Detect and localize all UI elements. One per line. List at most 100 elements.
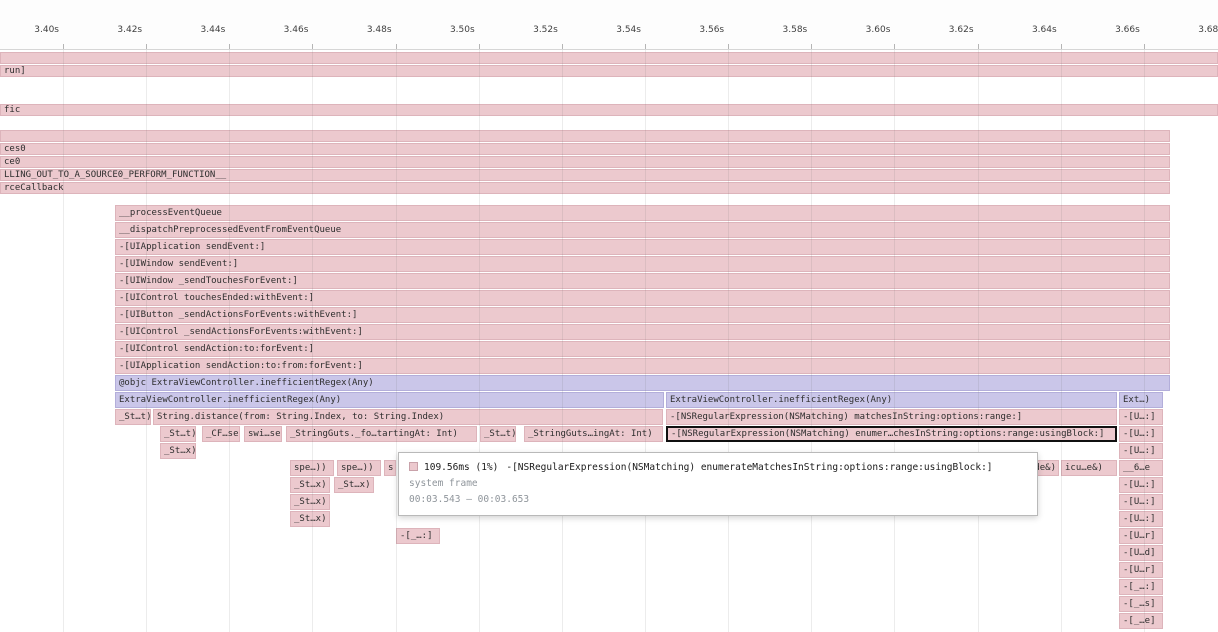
flame-bar[interactable]: swi…se [244,426,282,442]
time-label: 3.64s [1032,25,1057,35]
time-label: 3.46s [284,25,309,35]
gridline [146,50,147,632]
flame-bar[interactable]: _St…x) [160,443,196,459]
time-label: 3.44s [201,25,226,35]
ruler-tick [396,44,397,49]
flame-bar[interactable]: _St…t) [480,426,516,442]
flame-bar[interactable]: ces0 [0,143,1170,155]
flame-bar[interactable]: -[_…:] [396,528,440,544]
flame-bar[interactable]: -[U…:] [1119,443,1163,459]
gridline [562,50,563,632]
time-label: 3.66s [1115,25,1140,35]
tooltip-time-range: 00:03.543 — 00:03.653 [409,492,1027,508]
ruler-tick [562,44,563,49]
flame-bar[interactable]: rceCallback [0,182,1170,194]
flame-bar[interactable]: -[U…r] [1119,562,1163,578]
ruler-tick [645,44,646,49]
time-label: 3.54s [616,25,641,35]
flame-bar[interactable]: ce0 [0,156,1170,168]
flame-bar[interactable]: _St…x) [334,477,374,493]
flame-bar[interactable]: -[UIWindow _sendTouchesForEvent:] [115,273,1170,289]
flame-bar[interactable]: _StringGuts._fo…tartingAt: Int) [286,426,477,442]
flame-bar[interactable]: fic [0,104,1218,116]
tooltip-note: system frame [409,476,1027,492]
flame-bar[interactable]: __processEventQueue [115,205,1170,221]
ruler-tick [312,44,313,49]
time-label: 3.40s [34,25,59,35]
gridline [894,50,895,632]
time-label: 3.68s [1198,25,1218,35]
ruler-tick [479,44,480,49]
flame-bar[interactable]: __6…e [1119,460,1163,476]
gridline [978,50,979,632]
hover-tooltip: 109.56ms (1%) -[NSRegularExpression(NSMat… [398,452,1038,516]
flame-bar[interactable]: -[U…:] [1119,511,1163,527]
flame-bar[interactable]: _St…x) [290,477,330,493]
time-label: 3.42s [117,25,142,35]
time-label: 3.56s [699,25,724,35]
flame-bar[interactable]: Ext…) [1119,392,1163,408]
flame-bar[interactable]: -[_…:] [1119,579,1163,595]
time-label: 3.52s [533,25,558,35]
ruler-tick [63,44,64,49]
flame-bar[interactable]: -[_…s] [1119,596,1163,612]
gridline [1061,50,1062,632]
flame-bar[interactable]: -[UIControl touchesEnded:withEvent:] [115,290,1170,306]
flame-bar[interactable]: spe…)) [337,460,381,476]
time-ruler[interactable]: 3.40s 3.42s 3.44s 3.46s 3.48s 3.50s 3.52s 3.54s… [0,0,1218,50]
ruler-tick [978,44,979,49]
flame-bar[interactable]: -[UIButton _sendActionsForEvents:withEve… [115,307,1170,323]
time-label: 3.60s [866,25,891,35]
tooltip-title: 109.56ms (1%) -[NSRegularExpression(NSMat… [409,460,1027,476]
flame-bar[interactable]: _St…t) [160,426,196,442]
flame-bar[interactable] [0,52,1218,64]
flame-bar[interactable]: @objc ExtraViewController.inefficientReg… [115,375,1170,391]
flame-bar[interactable] [0,130,1170,142]
flame-bar[interactable]: -[U…:] [1119,494,1163,510]
flame-bar[interactable]: __dispatchPreprocessedEventFromEventQueu… [115,222,1170,238]
flame-bar[interactable]: _CF…se [202,426,240,442]
tooltip-duration: 109.56ms (1%) [424,462,498,473]
gridline [645,50,646,632]
ruler-tick [1144,44,1145,49]
time-label: 3.50s [450,25,475,35]
flame-bar[interactable]: s [384,460,396,476]
flame-bar[interactable]: -[U…:] [1119,409,1163,425]
ruler-tick [146,44,147,49]
flame-bar-selected[interactable]: -[NSRegularExpression(NSMatching) enumer… [666,426,1117,442]
gridline [396,50,397,632]
flame-bar[interactable]: -[U…d] [1119,545,1163,561]
flame-bar[interactable]: -[U…:] [1119,477,1163,493]
flame-bar[interactable]: ExtraViewController.inefficientRegex(Any… [115,392,664,408]
ruler-tick [728,44,729,49]
ruler-tick [811,44,812,49]
flame-bar[interactable]: -[UIApplication sendAction:to:from:forEv… [115,358,1170,374]
flame-bar[interactable]: _St…x) [290,511,330,527]
flame-bar[interactable]: ExtraViewController.inefficientRegex(Any… [666,392,1117,408]
flame-bar[interactable]: run] [0,65,1218,77]
gridline [728,50,729,632]
flame-bar[interactable]: LLING_OUT_TO_A_SOURCE0_PERFORM_FUNCTION_… [0,169,1170,181]
flame-bar[interactable]: _StringGuts…ingAt: Int) [524,426,663,442]
tooltip-symbol: -[NSRegularExpression(NSMatching) enumer… [506,462,992,473]
flame-bar[interactable]: -[UIWindow sendEvent:] [115,256,1170,272]
ruler-tick [1061,44,1062,49]
category-color-swatch-icon [409,462,418,471]
flame-bar[interactable]: -[UIApplication sendEvent:] [115,239,1170,255]
flame-bar[interactable]: _St…x) [290,494,330,510]
flame-bar[interactable]: -[U…:] [1119,426,1163,442]
flame-bar[interactable]: -[U…r] [1119,528,1163,544]
flame-bar[interactable]: -[UIControl _sendActionsForEvents:withEv… [115,324,1170,340]
flame-bar[interactable]: -[NSRegularExpression(NSMatching) matche… [666,409,1117,425]
gridline [229,50,230,632]
gridline [479,50,480,632]
time-label: 3.48s [367,25,392,35]
flame-bar[interactable]: icu…e&) [1061,460,1117,476]
gridline [312,50,313,632]
profiler-flame-chart[interactable]: 3.40s 3.42s 3.44s 3.46s 3.48s 3.50s 3.52s 3.54s… [0,0,1218,632]
ruler-tick [894,44,895,49]
flame-bar[interactable]: -[_…e] [1119,613,1163,629]
gridline [1144,50,1145,632]
flame-bar[interactable]: -[UIControl sendAction:to:forEvent:] [115,341,1170,357]
gridline [811,50,812,632]
